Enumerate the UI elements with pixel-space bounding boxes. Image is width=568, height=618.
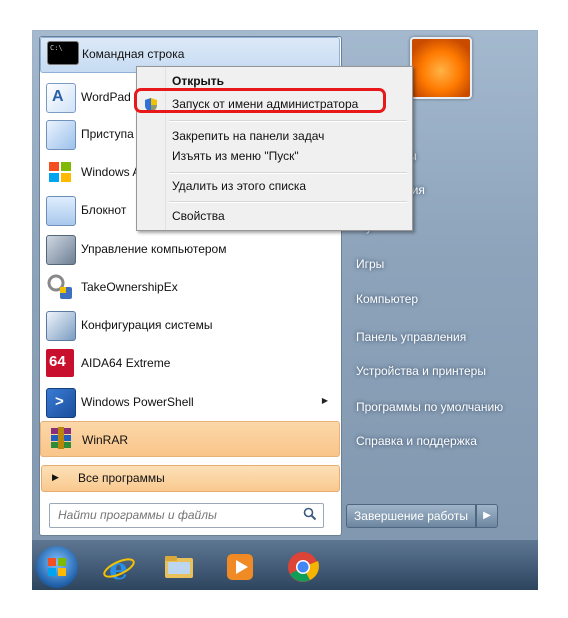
program-item-computer-management[interactable]: Управление компьютером [40, 231, 338, 268]
program-item-powershell[interactable]: > Windows PowerShell ▶ [40, 384, 338, 421]
notepad-icon [46, 196, 76, 226]
program-label: Конфигурация системы [81, 318, 213, 332]
program-label: Командная строка [82, 47, 185, 61]
program-label: TakeOwnershipEx [81, 280, 178, 294]
chrome-icon[interactable] [284, 548, 322, 586]
winrar-icon [47, 425, 75, 453]
shutdown-options-arrow-icon[interactable]: ▶ [476, 504, 498, 528]
powershell-icon: > [46, 388, 76, 418]
program-label: Windows A [81, 165, 141, 179]
media-player-icon[interactable] [221, 548, 259, 586]
program-label: Управление компьютером [81, 242, 227, 256]
program-label: Блокнот [81, 203, 127, 217]
msconfig-icon [46, 311, 76, 341]
computer-management-icon [46, 235, 76, 265]
right-item-default-programs[interactable]: Программы по умолчанию [356, 400, 503, 414]
program-label: Windows PowerShell [81, 395, 194, 409]
user-picture[interactable] [410, 37, 472, 99]
highlight-annotation [134, 88, 386, 113]
menu-separator [169, 172, 407, 174]
shutdown-button[interactable]: Завершение работы [346, 504, 476, 528]
menu-separator [169, 120, 407, 122]
right-item-devices[interactable]: Устройства и принтеры [356, 364, 486, 378]
program-item-takeownership[interactable]: TakeOwnershipEx [40, 269, 338, 306]
search-input[interactable] [50, 504, 298, 525]
start-orb-icon[interactable] [36, 546, 78, 588]
program-label: AIDA64 Extreme [81, 356, 171, 370]
right-item-help[interactable]: Справка и поддержка [356, 434, 477, 448]
takeownership-icon [46, 273, 74, 301]
explorer-folder-icon[interactable] [160, 548, 198, 586]
program-item-winrar[interactable]: WinRAR [40, 421, 340, 457]
program-label: Приступа [81, 127, 134, 141]
search-box[interactable] [49, 503, 324, 528]
menu-separator [169, 201, 407, 203]
aida64-icon: 64 [46, 349, 74, 377]
menu-item-properties[interactable]: Свойства [172, 209, 225, 223]
program-label: WinRAR [82, 433, 129, 447]
right-item-games[interactable]: Игры [356, 257, 384, 271]
right-item-control-panel[interactable]: Панель управления [356, 330, 466, 344]
menu-item-remove-list[interactable]: Удалить из этого списка [172, 179, 306, 193]
all-programs-label: Все программы [78, 471, 165, 485]
program-item-aida64[interactable]: 64 AIDA64 Extreme [40, 345, 338, 382]
windows-flag-icon [46, 158, 74, 186]
program-label: WordPad [81, 90, 131, 104]
internet-explorer-icon[interactable]: e [100, 548, 138, 587]
search-icon[interactable] [303, 507, 317, 524]
all-programs-button[interactable]: ▶ Все программы [41, 465, 340, 492]
cmd-icon: C:\ [47, 41, 79, 65]
wordpad-icon: A [46, 83, 76, 113]
menu-item-unpin-start[interactable]: Изъять из меню "Пуск" [172, 149, 299, 163]
submenu-arrow-icon: ▶ [321, 396, 328, 405]
menu-item-open[interactable]: Открыть [172, 74, 224, 88]
program-item-msconfig[interactable]: Конфигурация системы [40, 307, 338, 344]
menu-item-pin-taskbar[interactable]: Закрепить на панели задач [172, 129, 324, 143]
svg-text:e: e [109, 552, 128, 586]
right-item-computer[interactable]: Компьютер [356, 292, 418, 306]
getting-started-icon [46, 120, 76, 150]
triangle-right-icon: ▶ [52, 472, 59, 482]
